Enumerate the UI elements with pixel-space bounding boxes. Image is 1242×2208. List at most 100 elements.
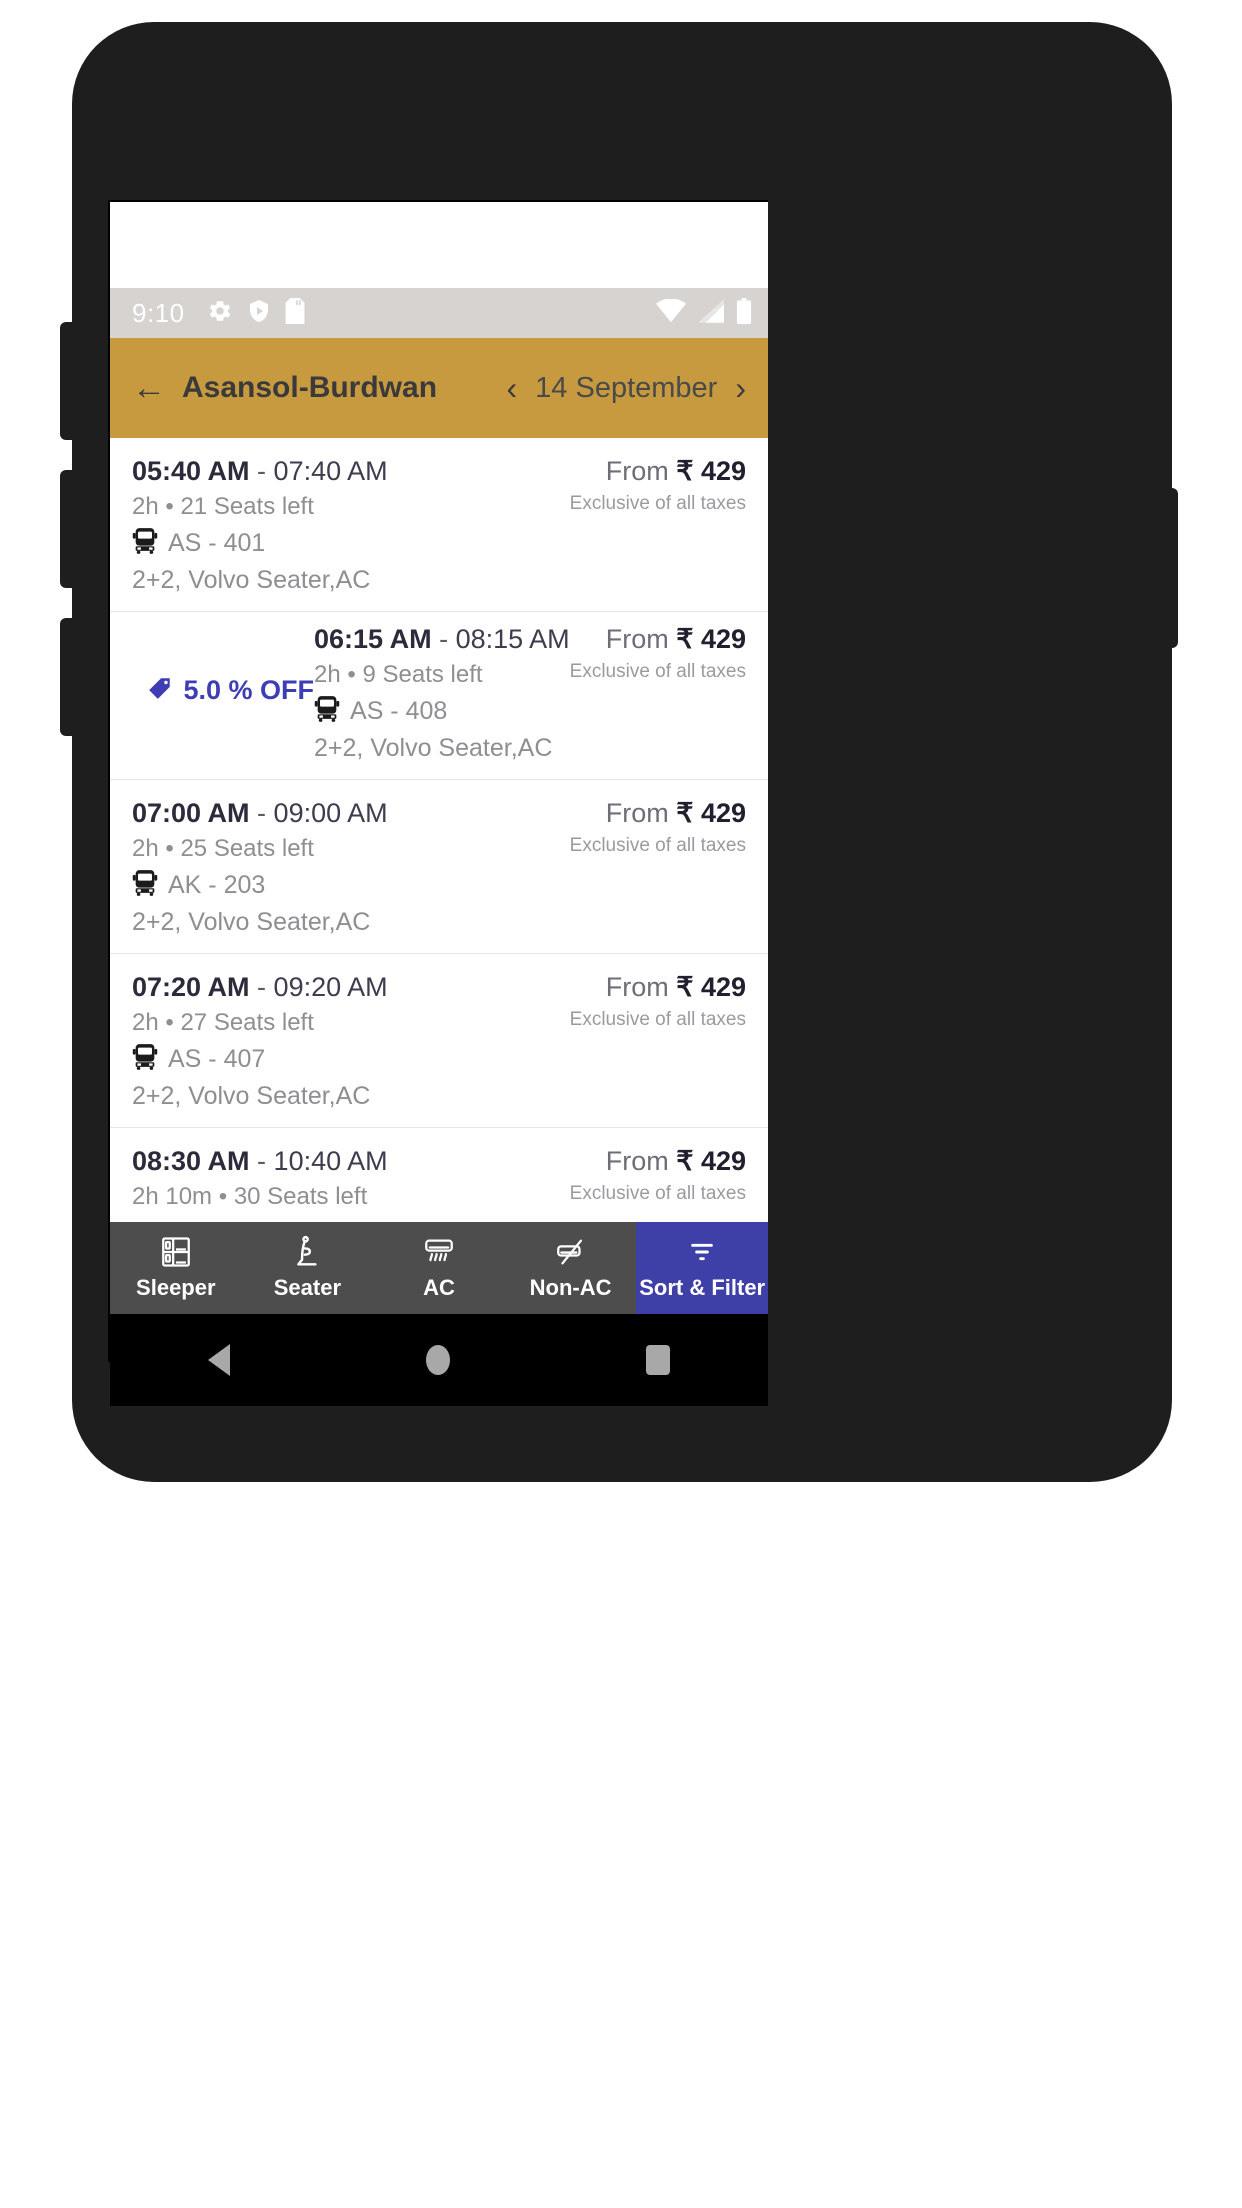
discount-tag-icon xyxy=(147,675,173,706)
home-circle-icon[interactable] xyxy=(426,1345,450,1375)
time-separator: - xyxy=(249,1146,274,1176)
back-triangle-icon[interactable] xyxy=(208,1344,230,1376)
time-separator: - xyxy=(249,456,274,486)
bus-number-row: AS - 401 xyxy=(132,527,388,560)
filter-item-label: Non-AC xyxy=(529,1275,612,1300)
back-arrow-icon[interactable]: ← xyxy=(132,371,166,405)
filter-item-non-ac[interactable]: Non-AC xyxy=(505,1222,637,1314)
price-amount: ₹ 429 xyxy=(676,456,746,486)
wifi-icon xyxy=(656,297,686,328)
arrival-time: 07:40 AM xyxy=(273,456,388,486)
arrival-time: 10:40 AM xyxy=(273,1146,388,1176)
tax-note: Exclusive of all taxes xyxy=(569,835,746,856)
no-air-conditioner-icon xyxy=(553,1235,589,1269)
departure-time: 08:30 AM xyxy=(132,1146,250,1176)
power-button[interactable] xyxy=(1160,488,1178,648)
bus-results-list[interactable]: 05:40 AM - 07:40 AM 2h • 21 Seats left AS … xyxy=(110,438,768,1222)
bottom-filter-bar: Sleeper Seater AC Non-AC Sort & Filter xyxy=(110,1222,768,1314)
filter-item-sleeper[interactable]: Sleeper xyxy=(110,1222,242,1314)
filter-item-seater[interactable]: Seater xyxy=(242,1222,374,1314)
bus-icon xyxy=(132,1043,158,1076)
bus-card-right: From ₹ 429 Exclusive of all taxes xyxy=(570,624,746,763)
status-bar-system-icons xyxy=(656,297,752,329)
bus-number: AK - 203 xyxy=(168,871,266,899)
time-separator: - xyxy=(431,624,456,654)
filter-item-label: AC xyxy=(423,1275,455,1300)
bus-meta: 2h • 21 Seats left xyxy=(132,493,388,521)
screenshot-root: 9:10 ← Asansol-Burdwan ‹ 14 September › … xyxy=(0,0,1242,2208)
cellular-signal-icon xyxy=(698,298,724,328)
bus-meta: 2h • 9 Seats left xyxy=(314,661,570,689)
discount-badge: 5.0 % OFF xyxy=(132,624,314,757)
battery-icon xyxy=(736,297,752,329)
bus-number: AS - 401 xyxy=(168,529,266,557)
seat-icon xyxy=(290,1235,324,1269)
app-header: ← Asansol-Burdwan ‹ 14 September › xyxy=(110,338,768,438)
time-separator: - xyxy=(249,798,274,828)
bus-icon xyxy=(132,527,158,560)
bus-card-left: 08:30 AM - 10:40 AM 2h 10m • 30 Seats lef… xyxy=(132,1146,388,1211)
gear-icon xyxy=(207,298,233,329)
previous-day-chevron-icon[interactable]: ‹ xyxy=(507,372,518,404)
recents-square-icon[interactable] xyxy=(646,1345,670,1375)
price-prefix: From xyxy=(605,1146,677,1176)
filter-item-label: Sort & Filter xyxy=(639,1275,766,1300)
bus-type: 2+2, Volvo Seater,AC xyxy=(314,734,553,762)
trip-duration: 2h xyxy=(132,835,159,862)
bus-result-card[interactable]: 5.0 % OFF 06:15 AM - 08:15 AM 2h • 9 Seats… xyxy=(110,612,768,780)
volume-up-button[interactable] xyxy=(60,322,78,440)
bus-number-row: AK - 203 xyxy=(132,869,388,902)
meta-dot: • xyxy=(165,493,174,520)
arrival-time: 08:15 AM xyxy=(455,624,570,654)
filter-item-sort-filter[interactable]: Sort & Filter xyxy=(636,1222,768,1314)
date-navigator: ‹ 14 September › xyxy=(507,372,746,405)
departure-time: 05:40 AM xyxy=(132,456,250,486)
arrival-time: 09:00 AM xyxy=(273,798,388,828)
bus-timing: 08:30 AM - 10:40 AM xyxy=(132,1146,388,1177)
air-conditioner-icon xyxy=(422,1235,456,1269)
filter-item-label: Seater xyxy=(273,1275,342,1300)
price-prefix: From xyxy=(605,972,677,1002)
side-button-extra[interactable] xyxy=(60,618,78,736)
volume-down-button[interactable] xyxy=(60,470,78,588)
bus-result-card[interactable]: 05:40 AM - 07:40 AM 2h • 21 Seats left AS … xyxy=(110,438,768,612)
seats-left: 27 Seats left xyxy=(180,1009,314,1036)
discount-label: 5.0 % OFF xyxy=(183,675,315,705)
seats-left: 9 Seats left xyxy=(362,661,483,688)
selected-date-label[interactable]: 14 September xyxy=(535,372,717,405)
bus-icon xyxy=(132,869,158,902)
bus-timing: 05:40 AM - 07:40 AM xyxy=(132,456,388,487)
bus-type: 2+2, Volvo Seater,AC xyxy=(132,908,371,936)
price-prefix: From xyxy=(605,624,677,654)
bus-meta: 2h 10m • 30 Seats left xyxy=(132,1183,388,1211)
bus-card-left: 07:00 AM - 09:00 AM 2h • 25 Seats left AK … xyxy=(132,798,388,937)
filter-item-ac[interactable]: AC xyxy=(373,1222,505,1314)
meta-dot: • xyxy=(347,661,356,688)
bus-price: From ₹ 429 xyxy=(606,624,746,655)
status-bar: 9:10 xyxy=(110,288,768,338)
meta-dot: • xyxy=(165,835,174,862)
bus-card-left: 07:20 AM - 09:20 AM 2h • 27 Seats left AS … xyxy=(132,972,388,1111)
bus-card-right: From ₹ 429 Exclusive of all taxes xyxy=(570,1146,746,1211)
price-amount: ₹ 429 xyxy=(676,1146,746,1176)
status-bar-notification-icons xyxy=(207,297,305,329)
trip-duration: 2h 10m xyxy=(132,1183,213,1210)
seats-left: 30 Seats left xyxy=(233,1183,368,1210)
bus-number-row: AS - 408 xyxy=(314,695,570,728)
play-protect-icon xyxy=(247,298,271,329)
price-amount: ₹ 429 xyxy=(676,798,746,828)
bus-result-card[interactable]: 08:30 AM - 10:40 AM 2h 10m • 30 Seats lef… xyxy=(110,1128,768,1222)
bus-number: AS - 407 xyxy=(168,1045,266,1073)
trip-duration: 2h xyxy=(132,1009,159,1036)
sleeper-berth-icon xyxy=(159,1235,193,1269)
bus-result-card[interactable]: 07:20 AM - 09:20 AM 2h • 27 Seats left AS … xyxy=(110,954,768,1128)
bus-number-row: AS - 407 xyxy=(132,1043,388,1076)
arrival-time: 09:20 AM xyxy=(273,972,388,1002)
time-separator: - xyxy=(249,972,274,1002)
next-day-chevron-icon[interactable]: › xyxy=(735,372,746,404)
price-prefix: From xyxy=(605,798,677,828)
header-left-group: ← Asansol-Burdwan xyxy=(132,371,437,405)
departure-time: 07:00 AM xyxy=(132,798,250,828)
departure-time: 06:15 AM xyxy=(314,624,432,654)
bus-result-card[interactable]: 07:00 AM - 09:00 AM 2h • 25 Seats left AK … xyxy=(110,780,768,954)
